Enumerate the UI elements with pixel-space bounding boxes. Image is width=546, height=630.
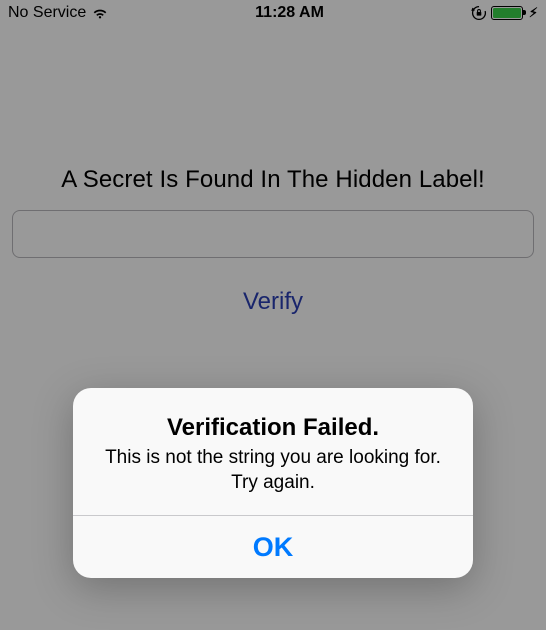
alert-body: Verification Failed. This is not the str… [73,388,473,515]
alert-message: This is not the string you are looking f… [95,446,451,495]
alert-dialog: Verification Failed. This is not the str… [73,388,473,578]
alert-ok-button[interactable]: OK [73,516,473,578]
alert-title: Verification Failed. [95,414,451,442]
